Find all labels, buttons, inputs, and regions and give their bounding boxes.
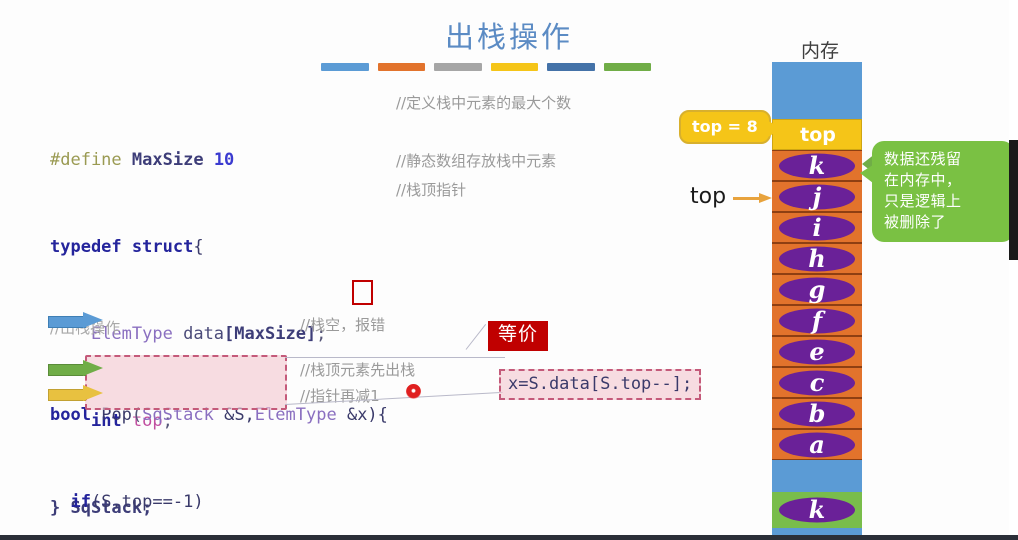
memory-cell-i: i bbox=[772, 212, 862, 243]
top-pointer-arrow-shaft bbox=[733, 197, 761, 200]
memory-cell-letter: f bbox=[811, 305, 823, 335]
scrollbar-thumb[interactable] bbox=[1009, 140, 1018, 260]
top-pointer-label: top bbox=[690, 184, 727, 209]
define-name: MaxSize bbox=[131, 150, 204, 170]
memory-cell-letter: k bbox=[808, 494, 826, 524]
code-line-define: #define MaxSize 10 bbox=[50, 146, 326, 175]
comment-maxsize: //定义栈中元素的最大个数 bbox=[396, 94, 572, 112]
top-pointer-arrow-head bbox=[759, 193, 772, 203]
equivalence-badge: 等价 bbox=[488, 321, 549, 351]
memory-heading: 内存 bbox=[800, 40, 839, 62]
green-arrow-icon bbox=[48, 360, 104, 377]
equivalent-code-snippet: x=S.data[S.top--]; bbox=[499, 369, 702, 400]
memory-stack-column: top k j i h g f e c b a k bbox=[772, 62, 862, 540]
title-bar-segment-1 bbox=[321, 63, 369, 71]
memory-cell-empty-12 bbox=[772, 460, 862, 492]
blue-arrow-head bbox=[83, 312, 103, 328]
title-bar-segment-6 bbox=[603, 63, 651, 71]
comment-stack-empty: //栈空，报错 bbox=[300, 316, 386, 334]
green-arrow-head bbox=[83, 360, 103, 376]
memory-cell-letter: j bbox=[812, 181, 822, 211]
comment-pop-top-element: //栈顶元素先出栈 bbox=[300, 361, 416, 379]
memory-cell-letter: b bbox=[808, 398, 826, 428]
define-keyword: #define bbox=[50, 150, 122, 170]
memory-cell-letter: i bbox=[812, 212, 822, 242]
memory-cell-letter: h bbox=[808, 243, 826, 273]
code-line-if: if(S.top==-1) bbox=[50, 488, 388, 517]
memory-cell-b: b bbox=[772, 398, 862, 429]
title-bar-segment-4 bbox=[490, 63, 538, 71]
memory-cell-top: top bbox=[772, 119, 862, 150]
comment-static-array: //静态数组存放栈中元素 bbox=[396, 152, 557, 170]
bottom-frame-border bbox=[0, 535, 1018, 540]
memory-cell-f: f bbox=[772, 305, 862, 336]
if-keyword: if bbox=[70, 492, 91, 512]
define-value: 10 bbox=[213, 150, 235, 170]
slide-canvas: 出栈操作 #define MaxSize 10 typedef struct{ … bbox=[0, 0, 1018, 540]
green-arrow-shaft bbox=[48, 364, 86, 376]
memory-cell-empty-0 bbox=[772, 62, 862, 119]
memory-cell-h: h bbox=[772, 243, 862, 274]
memory-top-label: top bbox=[800, 123, 836, 146]
memory-cell-k: k bbox=[772, 492, 862, 528]
leader-line-to-badge bbox=[465, 323, 487, 350]
x-param-name: x){ bbox=[357, 405, 388, 425]
scrollbar-track[interactable] bbox=[1009, 0, 1018, 540]
callout-top-value: top = 8 bbox=[679, 110, 782, 144]
typedef-keyword: typedef bbox=[50, 237, 122, 257]
title-bar-segment-5 bbox=[547, 63, 595, 71]
memory-cell-k: k bbox=[772, 150, 862, 181]
memory-cell-letter: a bbox=[809, 429, 825, 459]
memory-cell-letter: k bbox=[808, 150, 826, 180]
comment-top-pointer: //栈顶指针 bbox=[396, 181, 467, 199]
struct-open-brace: { bbox=[193, 237, 204, 257]
memory-cell-letter: g bbox=[808, 274, 826, 304]
if-condition: (S.top==-1) bbox=[90, 492, 204, 512]
callout-memory-note: 数据还残留 在内存中， 只是逻辑上 被删除了 bbox=[860, 141, 1014, 242]
red-box-reference-symbol bbox=[352, 280, 373, 305]
top-pointer-arrow-icon bbox=[733, 193, 773, 205]
title-bar-segment-2 bbox=[377, 63, 425, 71]
struct-keyword: struct bbox=[131, 237, 194, 257]
blue-arrow-shaft bbox=[48, 316, 86, 328]
yellow-arrow-head bbox=[83, 385, 103, 401]
memory-cell-g: g bbox=[772, 274, 862, 305]
cursor-dot-icon bbox=[406, 384, 421, 399]
memory-cell-a: a bbox=[772, 429, 862, 460]
memory-cell-c: c bbox=[772, 367, 862, 398]
highlight-box-pop-statements bbox=[85, 355, 287, 410]
yellow-arrow-icon bbox=[48, 385, 104, 402]
memory-cell-j: j bbox=[772, 181, 862, 212]
memory-cell-e: e bbox=[772, 336, 862, 367]
title-decoration-bars bbox=[321, 63, 651, 71]
blue-arrow-icon bbox=[48, 312, 104, 329]
yellow-arrow-shaft bbox=[48, 389, 86, 401]
memory-cell-letter: c bbox=[809, 367, 825, 397]
title-bar-segment-3 bbox=[434, 63, 482, 71]
amp-reference-token: & bbox=[346, 405, 358, 425]
leader-line-upper bbox=[285, 357, 505, 358]
memory-cell-letter: e bbox=[809, 336, 825, 366]
